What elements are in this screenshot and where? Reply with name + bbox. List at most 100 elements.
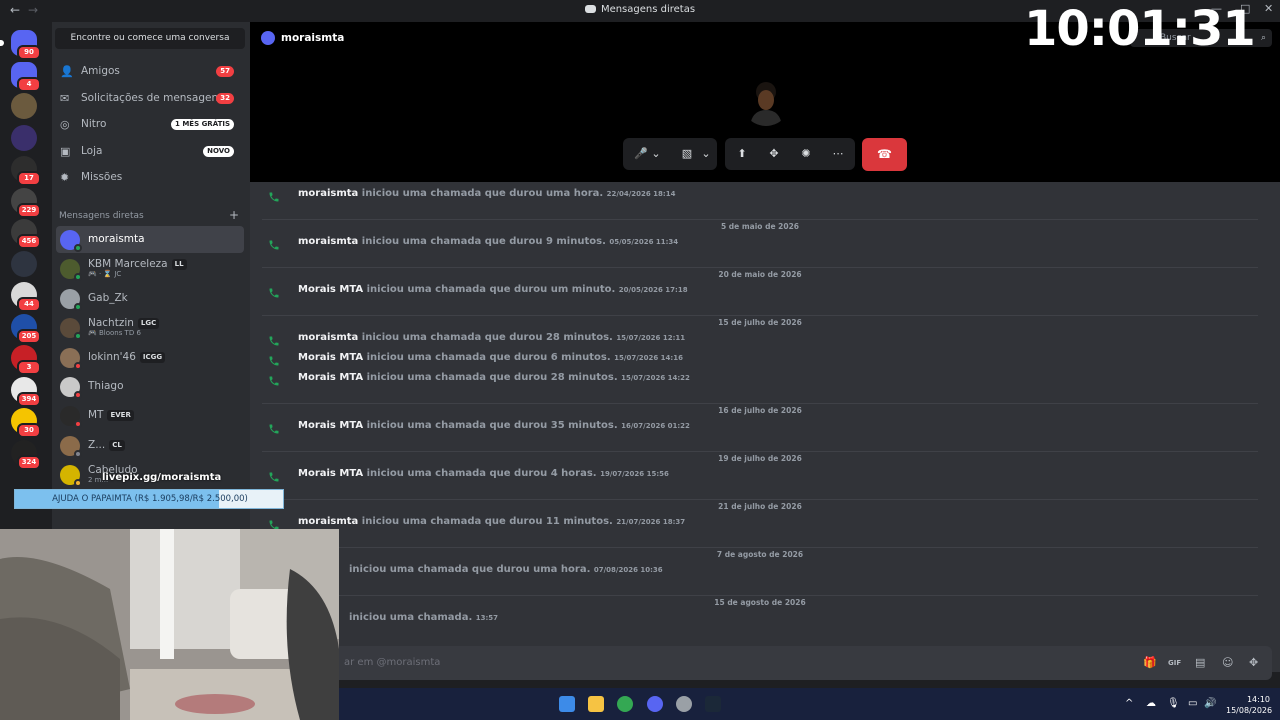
dm-item[interactable]: Gab_Zk xyxy=(56,285,244,312)
clan-tag: LL xyxy=(171,259,187,271)
new-dm-plus-icon[interactable]: + xyxy=(229,208,239,222)
server-icon[interactable]: 17 xyxy=(11,156,41,186)
server-icon[interactable] xyxy=(11,124,37,151)
gift-icon[interactable]: 🎁 xyxy=(1143,657,1157,669)
emoji-icon[interactable]: ☺ xyxy=(1222,657,1234,669)
shop-icon: ▣ xyxy=(60,145,71,158)
date-divider-text: 19 de julho de 2026 xyxy=(712,454,808,463)
date-divider: 19 de julho de 2026 xyxy=(262,451,1258,463)
server-icon[interactable]: 30 xyxy=(11,408,41,438)
server-icon[interactable]: 324 xyxy=(11,439,41,470)
nav-item-amigos[interactable]: 👤 Amigos 57 xyxy=(56,61,244,83)
nav-item-solicitações[interactable]: ✉ Solicitações de mensagens 32 xyxy=(56,88,244,110)
discord-window: ← → Mensagens diretas — □ ✕ 90 4 17 229 456 4… xyxy=(0,0,1280,720)
server-icon[interactable] xyxy=(11,93,37,119)
message-author[interactable]: Morais MTA xyxy=(298,468,363,479)
message-author[interactable]: moraismta xyxy=(298,188,358,199)
status-indicator xyxy=(74,391,82,399)
nav-item-label: Solicitações de mensagens xyxy=(81,92,224,104)
composer-placeholder: ar em @moraismta xyxy=(344,657,441,668)
message-author[interactable]: Morais MTA xyxy=(298,284,363,295)
server-mention-badge: 4 xyxy=(17,76,41,92)
taskbar-clock[interactable]: 14:10 15/08/2026 xyxy=(1226,694,1272,716)
camera-options-chevron-icon[interactable]: ⌄ xyxy=(697,138,715,170)
dm-name: MT EVER xyxy=(88,409,134,422)
dm-item[interactable]: Thiago xyxy=(56,373,244,400)
date-divider-text: 5 de maio de 2026 xyxy=(714,222,806,231)
nav-item-label: Amigos xyxy=(81,65,120,77)
volume-icon[interactable]: 🔊 xyxy=(1204,698,1216,709)
server-icon[interactable]: 90 xyxy=(0,30,41,60)
overlay-clock: 10:01:31 xyxy=(1024,1,1256,57)
nav-item-nitro[interactable]: ◎ Nitro 1 MÊS GRÁTIS xyxy=(56,114,244,136)
clan-tag: EVER xyxy=(107,410,134,422)
message-author[interactable]: moraismta xyxy=(298,516,358,527)
status-indicator xyxy=(74,332,82,341)
dm-item[interactable]: KBM Marceleza LL 🎮 · ⌛ JC xyxy=(56,255,244,282)
nav-item-loja[interactable]: ▣ Loja NOVO xyxy=(56,141,244,163)
message-body: moraismta iniciou uma chamada que durou … xyxy=(298,516,685,527)
server-mention-badge: 17 xyxy=(17,171,41,186)
message-text: iniciou uma chamada que durou 4 horas. xyxy=(366,468,597,479)
app-overlay-icon[interactable] xyxy=(676,696,692,712)
dm-item[interactable]: MT EVER xyxy=(56,402,244,429)
livepix-url: livepix.gg/moraismta xyxy=(102,472,222,483)
sticker-icon[interactable]: ▤ xyxy=(1195,657,1207,669)
server-icon[interactable]: 44 xyxy=(11,282,41,312)
network-icon[interactable]: ▭ xyxy=(1188,698,1197,709)
date-divider: 21 de julho de 2026 xyxy=(262,499,1258,511)
apps-icon[interactable]: ✥ xyxy=(1249,657,1261,669)
message-author[interactable]: Morais MTA xyxy=(298,352,363,363)
date-divider: 7 de agosto de 2026 xyxy=(262,547,1258,559)
discord-icon[interactable] xyxy=(647,696,663,712)
nav-item-missões[interactable]: ✹ Missões xyxy=(56,167,244,189)
friends-icon: 👤 xyxy=(60,65,74,78)
dm-item[interactable]: moraismta xyxy=(56,226,244,253)
message-timestamp: 15/07/2026 14:22 xyxy=(621,374,690,382)
onedrive-icon[interactable]: ☁ xyxy=(1146,698,1156,709)
server-mention-badge: 90 xyxy=(17,45,41,60)
message-author[interactable]: moraismta xyxy=(298,332,358,343)
call-actions-controls: ⬆ ✥ ✺ ⋯ xyxy=(725,138,855,170)
file-explorer-icon[interactable] xyxy=(588,696,604,712)
server-icon[interactable] xyxy=(11,250,37,277)
date-divider-label: 19 de julho de 2026 xyxy=(262,446,1258,465)
dm-item[interactable]: lokinn'46 ICGG xyxy=(56,344,244,371)
dm-item[interactable]: Nachtzin LGC 🎮 Bloons TD 6 xyxy=(56,314,244,341)
close-button[interactable]: ✕ xyxy=(1264,2,1273,15)
server-icon[interactable]: 4 xyxy=(11,61,41,92)
status-indicator xyxy=(74,302,82,311)
status-indicator xyxy=(74,449,82,458)
find-conversation-button[interactable]: Encontre ou comece uma conversa xyxy=(55,28,245,49)
activities-icon[interactable]: ✥ xyxy=(760,138,788,170)
dm-item[interactable]: Z... CL xyxy=(56,432,244,459)
server-icon[interactable]: 205 xyxy=(11,313,41,344)
chrome-icon[interactable] xyxy=(617,696,633,712)
server-icon[interactable]: 394 xyxy=(11,376,41,407)
server-icon[interactable]: 3 xyxy=(11,345,41,375)
message-author[interactable]: Morais MTA xyxy=(298,420,363,431)
message-body: moraismta iniciou uma chamada que durou … xyxy=(298,332,685,343)
message-timestamp: 16/07/2026 01:22 xyxy=(621,422,690,430)
show-hidden-icons-icon[interactable]: ^ xyxy=(1125,698,1133,709)
steam-icon[interactable] xyxy=(705,696,721,712)
message-text: iniciou uma chamada. xyxy=(349,612,473,623)
status-indicator xyxy=(74,244,82,252)
server-icon[interactable]: 229 xyxy=(11,187,41,218)
caller-avatar[interactable] xyxy=(742,78,790,126)
screen-share-icon[interactable]: ⬆ xyxy=(728,138,756,170)
message-composer[interactable]: ar em @moraismta xyxy=(262,646,1272,680)
message-timestamp: 22/04/2026 18:14 xyxy=(606,190,676,198)
message-author[interactable]: moraismta xyxy=(298,236,358,247)
microphone-tray-icon[interactable]: 🎙 xyxy=(1167,698,1180,709)
more-options-icon[interactable]: ⋯ xyxy=(824,138,852,170)
hang-up-button[interactable]: ☎ xyxy=(862,138,907,171)
message-author[interactable]: Morais MTA xyxy=(298,372,363,383)
message-text: iniciou uma chamada que durou 9 minutos. xyxy=(361,236,606,247)
soundboard-icon[interactable]: ✺ xyxy=(792,138,820,170)
mic-options-chevron-icon[interactable]: ⌄ xyxy=(647,138,665,170)
server-icon[interactable]: 456 xyxy=(11,219,41,249)
clan-tag: ICGG xyxy=(139,351,166,363)
windows-start-icon[interactable] xyxy=(559,696,575,712)
gif-icon[interactable]: GIF xyxy=(1168,657,1181,669)
